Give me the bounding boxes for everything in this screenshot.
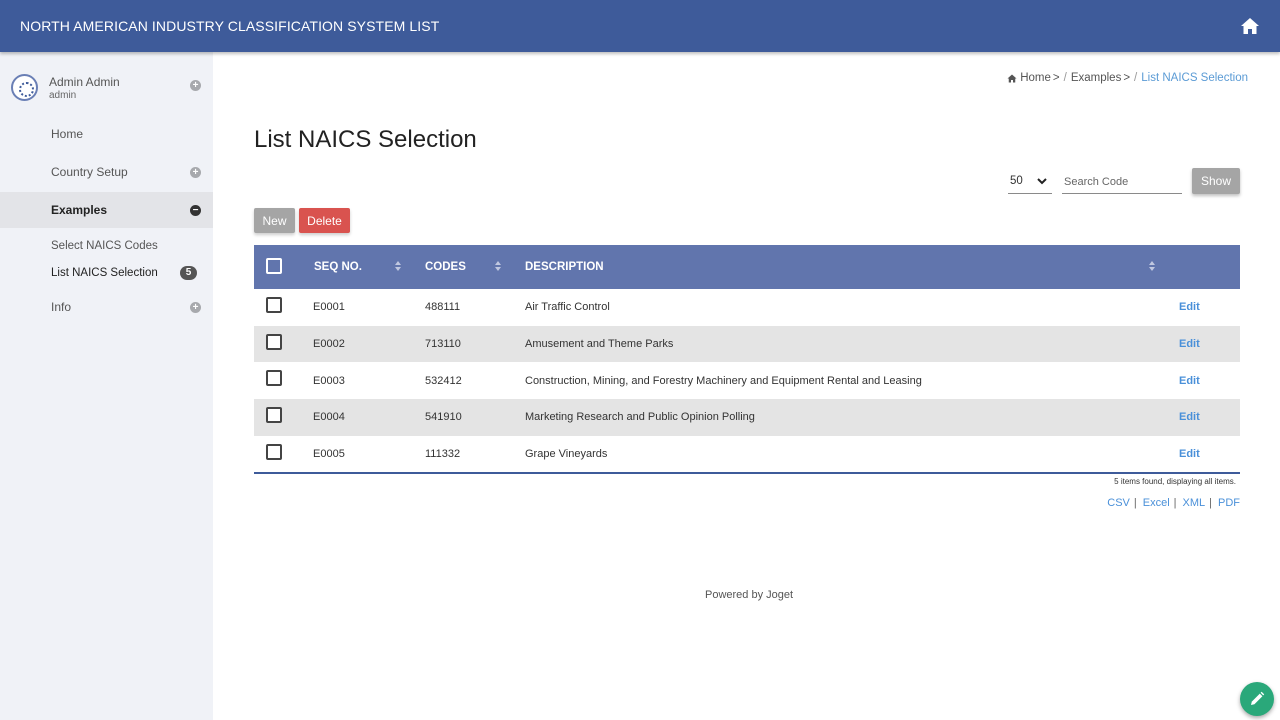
code-cell: 713110	[425, 338, 461, 351]
breadcrumb-examples[interactable]: Examples	[1071, 72, 1122, 84]
pencil-icon	[1251, 691, 1265, 705]
sidebar-item-examples[interactable]: Examples −	[0, 192, 213, 228]
home-button[interactable]	[1236, 12, 1264, 40]
search-code-input[interactable]	[1062, 170, 1182, 194]
seq-no-cell: E0003	[313, 374, 345, 387]
description-cell: Amusement and Theme Parks	[525, 338, 674, 351]
avatar	[11, 74, 38, 101]
export-xml-link[interactable]: XML	[1183, 497, 1206, 509]
column-header-description[interactable]: DESCRIPTION	[525, 245, 1157, 289]
minus-circle-icon: −	[190, 205, 201, 216]
home-icon	[1007, 74, 1017, 82]
sort-icon	[495, 261, 501, 273]
seq-no-cell: E0001	[313, 301, 345, 314]
seq-no-cell: E0005	[313, 448, 345, 461]
select-all-checkbox[interactable]	[266, 258, 282, 274]
sort-icon	[1149, 261, 1155, 273]
user-name: Admin Admin	[49, 75, 120, 89]
description-cell: Marketing Research and Public Opinion Po…	[525, 411, 755, 424]
breadcrumb-separator: >	[1052, 72, 1060, 84]
row-checkbox[interactable]	[266, 443, 282, 460]
sidebar-subitem-select-naics-codes[interactable]: Select NAICS Codes	[0, 233, 213, 259]
delete-button[interactable]: Delete	[299, 208, 350, 233]
description-cell: Air Traffic Control	[525, 301, 610, 314]
breadcrumb-home[interactable]: Home	[1020, 72, 1051, 84]
sidebar-item-info[interactable]: Info +	[0, 289, 213, 325]
count-badge: 5	[180, 266, 197, 280]
column-header-codes[interactable]: CODES	[425, 245, 505, 289]
sidebar-item-label: List NAICS Selection	[51, 267, 158, 279]
description-cell: Grape Vineyards	[525, 448, 608, 461]
seq-no-cell: E0004	[313, 411, 345, 424]
code-cell: 541910	[425, 411, 462, 424]
chevron-down-icon	[1037, 178, 1047, 185]
plus-circle-icon: +	[190, 302, 201, 313]
page-size-value: 50	[1010, 175, 1023, 187]
edit-link[interactable]: Edit	[1179, 338, 1200, 350]
top-bar: NORTH AMERICAN INDUSTRY CLASSIFICATION S…	[0, 0, 1280, 52]
sort-icon	[395, 261, 401, 273]
page-size-select[interactable]: 50	[1008, 170, 1052, 194]
naics-table: SEQ NO. CODES DESCRIPTION E0001 488111 A…	[254, 245, 1240, 475]
user-role: admin	[49, 90, 77, 101]
page-title: List NAICS Selection	[254, 126, 477, 153]
table-row: E0002 713110 Amusement and Theme Parks E…	[254, 325, 1240, 363]
sidebar-item-label: Country Setup	[51, 165, 128, 179]
sidebar-item-home[interactable]: Home	[0, 116, 213, 152]
user-profile[interactable]: Admin Admin admin +	[0, 52, 213, 112]
export-excel-link[interactable]: Excel	[1143, 497, 1170, 509]
home-icon	[1241, 18, 1259, 34]
row-checkbox[interactable]	[266, 370, 282, 387]
table-header: SEQ NO. CODES DESCRIPTION	[254, 245, 1240, 289]
table-row: E0004 541910 Marketing Research and Publ…	[254, 399, 1240, 436]
sidebar-item-label: Examples	[51, 203, 108, 217]
items-found-text: 5 items found, displaying all items.	[1114, 477, 1236, 486]
export-links: CSV | Excel | XML | PDF	[1107, 497, 1240, 509]
sidebar-item-label: Info	[51, 300, 72, 314]
export-pdf-link[interactable]: PDF	[1218, 497, 1240, 509]
breadcrumb: Home > / Examples > / List NAICS Selecti…	[1007, 72, 1248, 84]
export-csv-link[interactable]: CSV	[1107, 497, 1130, 509]
footer-text: Powered by Joget	[705, 589, 794, 601]
table-row: E0001 488111 Air Traffic Control Edit	[254, 289, 1240, 326]
plus-circle-icon: +	[190, 167, 201, 178]
breadcrumb-current: List NAICS Selection	[1141, 72, 1248, 84]
sidebar-item-label: Select NAICS Codes	[51, 240, 158, 252]
row-checkbox[interactable]	[266, 297, 282, 313]
edit-link[interactable]: Edit	[1179, 448, 1200, 460]
edit-link[interactable]: Edit	[1179, 375, 1200, 387]
edit-page-button[interactable]	[1240, 682, 1274, 716]
description-cell: Construction, Mining, and Forestry Machi…	[525, 374, 922, 387]
code-cell: 532412	[425, 374, 462, 387]
table-row: E0005 111332 Grape Vineyards Edit	[254, 436, 1240, 473]
row-checkbox[interactable]	[266, 407, 282, 424]
code-cell: 111332	[425, 448, 461, 461]
code-cell: 488111	[425, 301, 461, 314]
row-checkbox[interactable]	[266, 333, 282, 350]
new-button[interactable]: New	[254, 208, 295, 233]
column-header-seq-no[interactable]: SEQ NO.	[314, 245, 404, 289]
sidebar-subitem-list-naics-selection[interactable]: List NAICS Selection 5	[0, 260, 213, 286]
edit-link[interactable]: Edit	[1179, 301, 1200, 313]
sidebar-item-label: Home	[51, 127, 84, 141]
sidebar: Admin Admin admin + Home Country Setup +…	[0, 52, 213, 720]
app-title: NORTH AMERICAN INDUSTRY CLASSIFICATION S…	[20, 18, 440, 34]
edit-link[interactable]: Edit	[1179, 411, 1200, 423]
table-body: E0001 488111 Air Traffic Control Edit E0…	[254, 289, 1240, 475]
sidebar-item-country-setup[interactable]: Country Setup +	[0, 154, 213, 190]
plus-circle-icon[interactable]: +	[190, 80, 201, 91]
show-button[interactable]: Show	[1192, 168, 1240, 194]
seq-no-cell: E0002	[313, 338, 345, 351]
breadcrumb-separator: >	[1123, 72, 1131, 84]
table-row: E0003 532412 Construction, Mining, and F…	[254, 362, 1240, 399]
